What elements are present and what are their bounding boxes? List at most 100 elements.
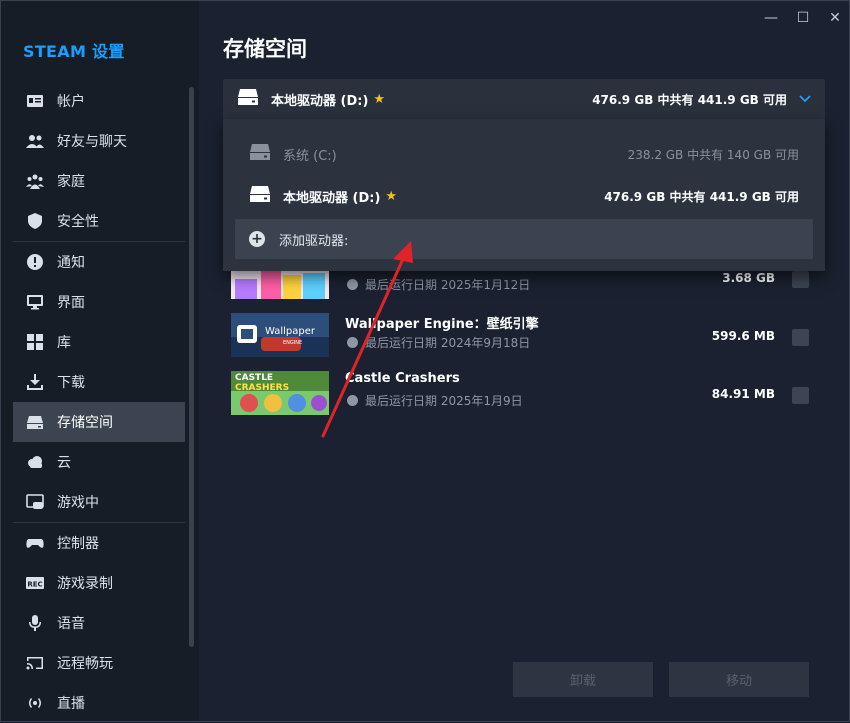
sidebar-item-in-game[interactable]: 游戏中 (13, 482, 185, 522)
chevron-down-icon (799, 92, 811, 106)
sidebar-item-label: 好友与聊天 (57, 134, 127, 150)
drive-select[interactable]: 本地驱动器 (D:) ★ 476.9 GB 中共有 441.9 GB 可用 (223, 79, 825, 119)
sidebar-item-remote-play[interactable]: 远程畅玩 (13, 643, 185, 683)
sidebar-item-label: 通知 (57, 255, 85, 271)
drive-icon (25, 412, 45, 432)
uninstall-button[interactable]: 卸载 (513, 662, 653, 697)
sidebar-item-label: 云 (57, 455, 71, 471)
star-icon: ★ (373, 91, 386, 107)
drive-option-c[interactable]: 系统 (C:) 238.2 GB 中共有 140 GB 可用 (235, 134, 813, 174)
drive-option-space: 476.9 GB 中共有 441.9 GB 可用 (604, 189, 799, 204)
last-played-date: 最后运行日期 2024年9月18日 (347, 334, 530, 351)
in-game-icon (25, 492, 45, 512)
settings-window: STEAM 设置 帐户 好友与聊天 家庭 安全性 通知 界面 库 下载 存储空间… (0, 0, 850, 722)
sidebar-item-label: 游戏中 (57, 495, 99, 511)
move-button[interactable]: 移动 (669, 662, 809, 697)
sidebar-nav: 帐户 好友与聊天 家庭 安全性 通知 界面 库 下载 存储空间 云 游戏中 控制… (13, 81, 185, 723)
sidebar-item-friends[interactable]: 好友与聊天 (13, 121, 185, 161)
sidebar-item-cloud[interactable]: 云 (13, 442, 185, 482)
sidebar-item-security[interactable]: 安全性 (13, 201, 185, 241)
sidebar-item-game-recording[interactable]: REC 游戏录制 (13, 563, 185, 603)
game-checkbox[interactable] (792, 271, 809, 288)
game-checkbox[interactable] (792, 387, 809, 404)
broadcast-icon (25, 693, 45, 713)
game-size: 599.6 MB (711, 329, 775, 343)
sidebar-item-label: 存储空间 (57, 415, 113, 431)
game-thumbnail: Wallpaper ENGINE (231, 313, 329, 357)
drive-dropdown: 系统 (C:) 238.2 GB 中共有 140 GB 可用 本地驱动器 (D:… (223, 119, 825, 271)
sidebar-item-label: 家庭 (57, 174, 85, 190)
clock-icon (347, 395, 358, 406)
account-card-icon (25, 91, 45, 111)
maximize-button[interactable]: ☐ (792, 9, 814, 27)
download-icon (25, 372, 45, 392)
notification-icon (25, 252, 45, 272)
sidebar-item-label: 远程畅玩 (57, 656, 113, 672)
add-drive-option[interactable]: + 添加驱动器: (235, 219, 813, 259)
cloud-icon (25, 452, 45, 472)
sidebar-item-label: 控制器 (57, 536, 99, 552)
sidebar-scrollbar[interactable] (189, 87, 194, 647)
game-size: 84.91 MB (711, 387, 775, 401)
thumb-title: Wallpaper (265, 326, 316, 337)
microphone-icon (25, 613, 45, 633)
thumb-subtitle: CRASHERS (235, 383, 289, 393)
thumb-subtitle: ENGINE (283, 340, 302, 346)
sidebar-item-label: 库 (57, 335, 71, 351)
sidebar-item-downloads[interactable]: 下载 (13, 362, 185, 402)
minimize-button[interactable]: — (760, 9, 782, 27)
page-title: 存储空间 (223, 37, 307, 61)
friends-icon (25, 131, 45, 151)
cast-icon (25, 653, 45, 673)
plus-icon: + (249, 231, 265, 247)
sidebar-item-label: 帐户 (57, 94, 85, 110)
clock-icon (347, 279, 358, 290)
grid-icon (25, 332, 45, 352)
sidebar-item-label: 下载 (57, 375, 85, 391)
app-title: STEAM 设置 (23, 42, 125, 61)
controller-icon (25, 533, 45, 553)
add-drive-label: 添加驱动器: (279, 233, 349, 249)
sidebar-item-library[interactable]: 库 (13, 322, 185, 362)
sidebar-item-broadcast[interactable]: 直播 (13, 683, 185, 723)
drive-option-space: 238.2 GB 中共有 140 GB 可用 (627, 147, 799, 162)
close-button[interactable]: ✕ (824, 9, 846, 27)
last-played-date: 最后运行日期 2025年1月12日 (347, 276, 530, 293)
sidebar-item-controller[interactable]: 控制器 (13, 523, 185, 563)
sidebar-item-label: 语音 (57, 616, 85, 632)
sidebar-item-interface[interactable]: 界面 (13, 282, 185, 322)
clock-icon (347, 337, 358, 348)
drive-icon (249, 144, 271, 164)
star-icon: ★ (385, 188, 398, 204)
drive-option-d[interactable]: 本地驱动器 (D:) ★ 476.9 GB 中共有 441.9 GB 可用 (235, 176, 813, 216)
game-row[interactable]: Wallpaper ENGINE Wallpaper Engine：壁纸引擎 最… (231, 313, 811, 359)
sidebar-item-storage[interactable]: 存储空间 (13, 402, 185, 442)
sidebar-item-label: 游戏录制 (57, 576, 113, 592)
game-size: 3.68 GB (722, 271, 775, 285)
sidebar-item-label: 界面 (57, 295, 85, 311)
svg-text:REC: REC (27, 581, 42, 589)
monitor-icon (25, 292, 45, 312)
game-name: Castle Crashers (345, 371, 460, 386)
shield-icon (25, 211, 45, 231)
sidebar-item-family[interactable]: 家庭 (13, 161, 185, 201)
sidebar-item-notifications[interactable]: 通知 (13, 242, 185, 282)
sidebar-item-account[interactable]: 帐户 (13, 81, 185, 121)
selected-drive-space: 476.9 GB 中共有 441.9 GB 可用 (592, 92, 787, 107)
drive-option-name: 本地驱动器 (D:) (283, 190, 381, 206)
thumb-title: CASTLE (235, 373, 273, 383)
game-name: Wallpaper Engine：壁纸引擎 (345, 317, 539, 332)
sidebar-item-label: 直播 (57, 696, 85, 712)
drive-icon (249, 186, 271, 206)
sidebar: STEAM 设置 帐户 好友与聊天 家庭 安全性 通知 界面 库 下载 存储空间… (1, 1, 199, 721)
selected-drive-name: 本地驱动器 (D:) (271, 93, 369, 109)
game-thumbnail: CASTLE CRASHERS (231, 371, 329, 415)
family-icon (25, 171, 45, 191)
rec-icon: REC (25, 573, 45, 593)
sidebar-item-label: 安全性 (57, 214, 99, 230)
game-row[interactable]: CASTLE CRASHERS Castle Crashers 最后运行日期 2… (231, 371, 811, 417)
drive-option-name: 系统 (C:) (283, 148, 337, 164)
sidebar-item-voice[interactable]: 语音 (13, 603, 185, 643)
drive-icon (237, 89, 259, 109)
game-checkbox[interactable] (792, 329, 809, 346)
